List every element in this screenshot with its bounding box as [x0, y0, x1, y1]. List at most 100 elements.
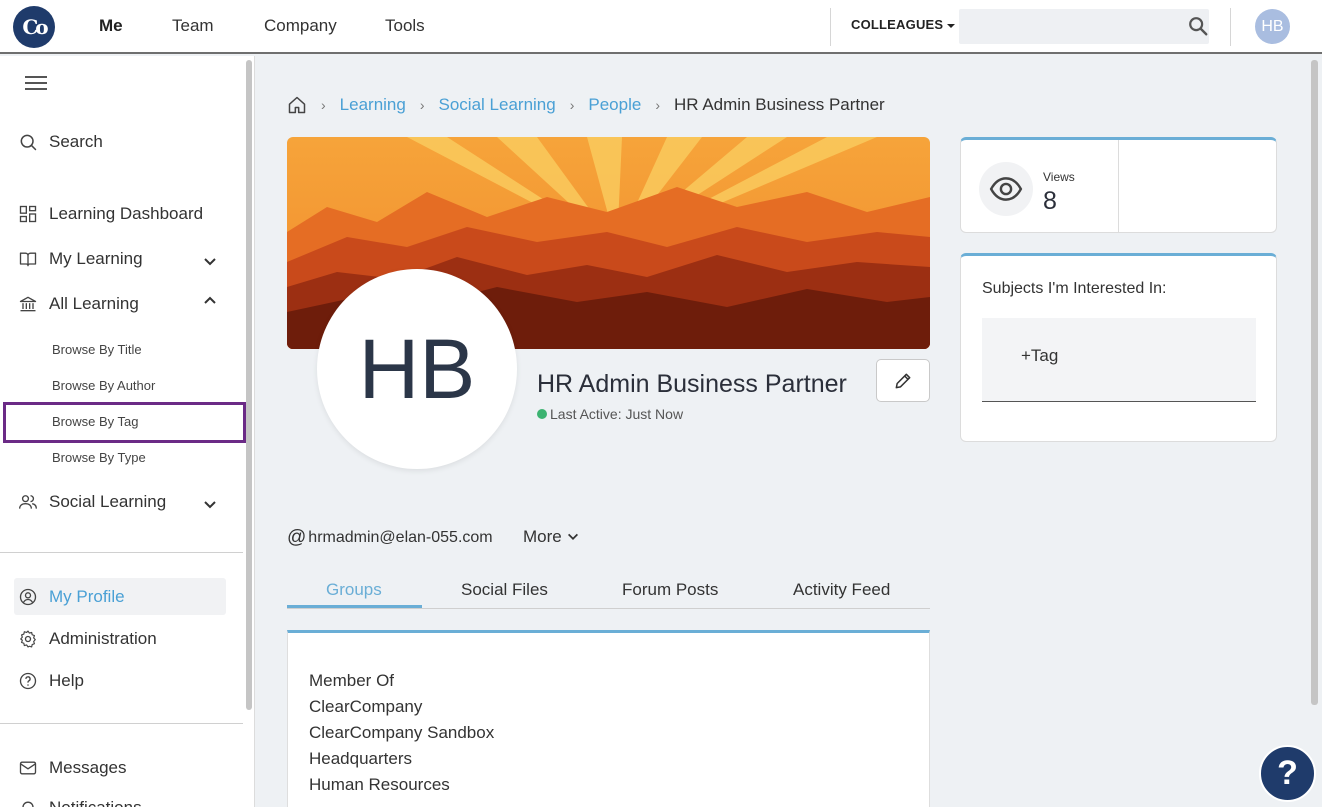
- sidebar-subitem-browse-by-author[interactable]: Browse By Author: [52, 378, 155, 393]
- institution-icon: [19, 296, 37, 312]
- breadcrumb-separator: ›: [655, 97, 660, 113]
- edit-profile-button[interactable]: [876, 359, 930, 402]
- sidebar-scrollbar[interactable]: [246, 60, 252, 710]
- online-status-dot: [537, 409, 547, 419]
- more-dropdown[interactable]: More: [523, 527, 580, 547]
- last-active-text: Last Active: Just Now: [550, 406, 684, 422]
- sidebar-item-learning-dashboard[interactable]: Learning Dashboard: [18, 204, 203, 224]
- sidebar-item-label: All Learning: [49, 294, 139, 313]
- search-icon: [20, 134, 37, 151]
- sidebar-item-label: My Profile: [49, 587, 125, 606]
- sidebar-subitem-browse-by-type[interactable]: Browse By Type: [52, 450, 146, 465]
- sidebar-item-notifications[interactable]: Notifications: [18, 798, 142, 807]
- hamburger-menu-icon[interactable]: [25, 76, 47, 90]
- global-search-input[interactable]: [959, 9, 1209, 44]
- tag-input-area[interactable]: +Tag: [982, 318, 1256, 402]
- breadcrumb-separator: ›: [419, 97, 425, 113]
- book-icon: [19, 252, 37, 267]
- caret-down-icon: [947, 23, 956, 28]
- tab-social-files[interactable]: Social Files: [461, 580, 548, 600]
- nav-tools[interactable]: Tools: [385, 0, 425, 52]
- more-label: More: [523, 527, 562, 546]
- dashboard-grid-icon: [19, 205, 37, 223]
- help-fab-button[interactable]: ?: [1259, 745, 1316, 802]
- envelope-icon: [19, 761, 37, 775]
- highlight-outline: [3, 402, 246, 443]
- sidebar-item-label: Administration: [49, 629, 157, 648]
- active-tab-indicator: [287, 605, 422, 608]
- people-icon: [19, 495, 37, 509]
- sidebar-item-all-learning[interactable]: All Learning: [18, 294, 139, 314]
- profile-name: HR Admin Business Partner: [537, 370, 847, 398]
- profile-tabs: Groups Social Files Forum Posts Activity…: [287, 573, 930, 609]
- views-card: Views 8: [960, 137, 1277, 233]
- last-active-status: Last Active: Just Now: [537, 406, 683, 422]
- groups-panel: Member Of ClearCompany ClearCompany Sand…: [287, 630, 930, 807]
- sidebar-item-label: Notifications: [49, 798, 142, 807]
- sidebar-item-social-learning[interactable]: Social Learning: [18, 492, 166, 512]
- chevron-up-icon[interactable]: [202, 293, 218, 309]
- divider: [1118, 140, 1119, 233]
- sidebar: Search Learning Dashboard My Learning Al…: [0, 56, 255, 807]
- sidebar-search[interactable]: Search: [18, 132, 103, 152]
- sidebar-item-label: Social Learning: [49, 492, 167, 511]
- breadcrumb-people[interactable]: People: [588, 95, 641, 115]
- colleagues-dropdown[interactable]: COLLEAGUES: [851, 17, 956, 32]
- sidebar-item-label: Messages: [49, 758, 127, 777]
- sidebar-item-my-learning[interactable]: My Learning: [18, 249, 143, 269]
- eye-icon: [989, 177, 1023, 201]
- bell-icon: [22, 801, 34, 807]
- breadcrumb-current: HR Admin Business Partner: [674, 95, 885, 114]
- tab-groups[interactable]: Groups: [326, 580, 382, 600]
- home-icon[interactable]: [287, 95, 307, 115]
- tab-forum-posts[interactable]: Forum Posts: [622, 580, 718, 600]
- user-avatar[interactable]: HB: [1255, 9, 1290, 44]
- top-bar: Co Me Team Company Tools COLLEAGUES HB: [0, 0, 1322, 54]
- divider: [830, 8, 831, 46]
- question-circle-icon: [19, 672, 37, 690]
- at-icon: @: [287, 527, 307, 548]
- divider: [0, 723, 243, 724]
- group-item[interactable]: Headquarters: [309, 749, 412, 769]
- chevron-down-icon: [567, 533, 578, 540]
- nav-me[interactable]: Me: [99, 0, 123, 52]
- breadcrumb-separator: ›: [321, 97, 326, 113]
- sidebar-item-label: My Learning: [49, 249, 143, 268]
- add-tag-button[interactable]: +Tag: [1021, 346, 1058, 366]
- group-item[interactable]: Human Resources: [309, 775, 450, 795]
- gear-icon: [20, 630, 36, 648]
- breadcrumb-social-learning[interactable]: Social Learning: [439, 95, 556, 115]
- sidebar-item-label: Help: [49, 671, 84, 690]
- interests-card: Subjects I'm Interested In: +Tag: [960, 253, 1277, 442]
- main-scrollbar[interactable]: [1311, 60, 1318, 705]
- breadcrumb-separator: ›: [569, 97, 575, 113]
- views-label: Views: [1043, 170, 1075, 184]
- chevron-down-icon[interactable]: [202, 496, 218, 512]
- pencil-icon: [895, 373, 911, 388]
- sidebar-item-help[interactable]: Help: [18, 671, 84, 691]
- profile-avatar: HB: [317, 269, 517, 469]
- company-logo[interactable]: Co: [13, 6, 55, 48]
- divider: [0, 552, 243, 553]
- breadcrumb-learning[interactable]: Learning: [340, 95, 406, 115]
- sidebar-search-label: Search: [49, 132, 103, 151]
- group-item[interactable]: ClearCompany Sandbox: [309, 723, 494, 743]
- eye-icon-wrap: [979, 162, 1033, 216]
- groups-heading: Member Of: [309, 671, 395, 690]
- breadcrumb: › Learning › Social Learning › People › …: [287, 94, 885, 116]
- tab-activity-feed[interactable]: Activity Feed: [793, 580, 890, 600]
- sidebar-item-my-profile[interactable]: My Profile: [18, 587, 125, 607]
- user-circle-icon: [19, 588, 37, 606]
- views-count: 8: [1043, 187, 1057, 215]
- sidebar-item-administration[interactable]: Administration: [18, 629, 157, 649]
- nav-team[interactable]: Team: [172, 0, 214, 52]
- sidebar-subitem-browse-by-title[interactable]: Browse By Title: [52, 342, 142, 357]
- email-text: hrmadmin@elan-055.com: [308, 529, 493, 546]
- nav-company[interactable]: Company: [264, 0, 337, 52]
- search-icon[interactable]: [1187, 15, 1209, 37]
- sidebar-item-label: Learning Dashboard: [49, 204, 204, 223]
- group-item[interactable]: ClearCompany: [309, 697, 422, 717]
- divider: [1230, 8, 1231, 46]
- sidebar-item-messages[interactable]: Messages: [18, 758, 126, 778]
- chevron-down-icon[interactable]: [202, 253, 218, 269]
